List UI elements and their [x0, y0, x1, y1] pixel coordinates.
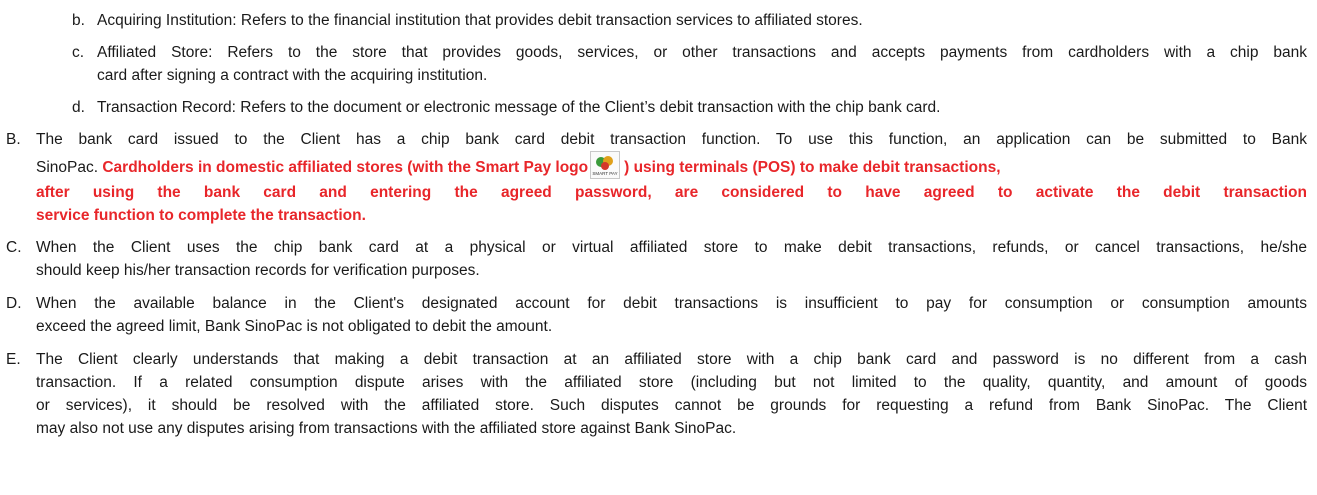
paragraph-line: The bank card issued to the Client has a… [36, 131, 1307, 148]
emphasis-line: after using the bank card and entering t… [36, 184, 1307, 201]
paragraph-line: exceed the agreed limit, Bank SinoPac is… [36, 318, 553, 335]
definition-c: c. Affiliated Store: Refers to the store… [72, 41, 1307, 87]
paragraph-line-mixed: SinoPac. Cardholders in domestic affilia… [36, 151, 1307, 181]
list-marker: B. [6, 131, 21, 148]
paragraph-line: or services), it should be resolved with… [36, 397, 1307, 414]
definition-d: d. Transaction Record: Refers to the doc… [72, 96, 1307, 119]
paragraph-line: Transaction Record: Refers to the docume… [97, 99, 941, 116]
clause-e: E. The Client clearly understands that m… [6, 348, 1307, 440]
emphasis-line: service function to complete the transac… [36, 207, 366, 224]
paragraph-line: When the Client uses the chip bank card … [36, 239, 1307, 256]
paragraph-line: card after signing a contract with the a… [97, 67, 488, 84]
list-marker: b. [72, 12, 85, 29]
list-marker: c. [72, 44, 85, 61]
paragraph-line: should keep his/her transaction records … [36, 262, 480, 279]
list-marker: d. [72, 99, 85, 116]
paragraph-line: may also not use any disputes arising fr… [36, 420, 737, 437]
paragraph-line: The Client clearly understands that maki… [36, 351, 1307, 368]
paragraph-line: Acquiring Institution: Refers to the fin… [97, 12, 863, 29]
paragraph-line: transaction. If a related consumption di… [36, 374, 1307, 391]
list-marker: E. [6, 351, 21, 368]
plain-text: SinoPac. [36, 159, 103, 176]
smart-pay-logo-icon: SMART PAY [590, 151, 621, 179]
emphasis-text: Cardholders in domestic affiliated store… [102, 159, 589, 176]
definition-b: b. Acquiring Institution: Refers to the … [72, 9, 1307, 32]
logo-text: SMART PAY [593, 171, 618, 176]
paragraph-line: When the available balance in the Client… [36, 295, 1307, 312]
emphasis-text: ) using terminals (POS) to make debit tr… [624, 159, 1001, 176]
list-marker: D. [6, 295, 22, 312]
clause-b: B. The bank card issued to the Client ha… [6, 128, 1307, 227]
list-marker: C. [6, 239, 22, 256]
document-page: b. Acquiring Institution: Refers to the … [0, 0, 1317, 495]
paragraph-line: Affiliated Store: Refers to the store th… [97, 44, 1307, 61]
clause-c: C. When the Client uses the chip bank ca… [6, 236, 1307, 282]
clause-d: D. When the available balance in the Cli… [6, 292, 1307, 338]
